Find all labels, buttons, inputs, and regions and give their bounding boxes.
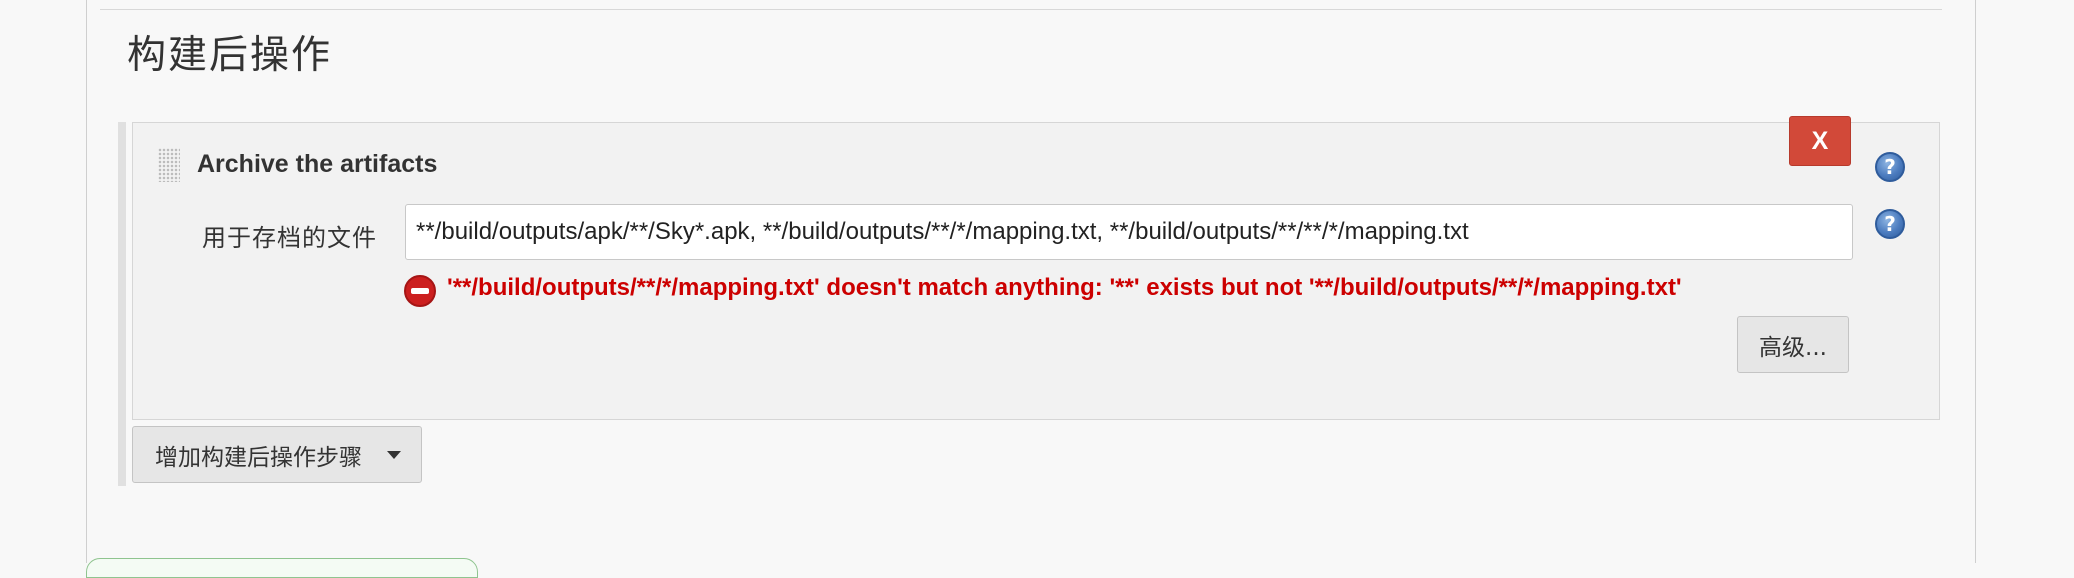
field-help-icon[interactable]: ? [1875, 209, 1905, 239]
files-to-archive-label: 用于存档的文件 [202, 224, 377, 252]
caret-down-icon [387, 451, 401, 459]
error-icon [404, 275, 436, 307]
delete-step-button[interactable]: X [1789, 116, 1851, 166]
add-post-build-step-button[interactable]: 增加构建后操作步骤 [132, 426, 422, 483]
bottom-tab-edge [86, 558, 478, 578]
divider [100, 9, 1942, 10]
validation-error-message: '**/build/outputs/**/*/mapping.txt' does… [447, 274, 1682, 301]
drag-handle-icon[interactable] [158, 148, 180, 182]
add-step-label: 增加构建后操作步骤 [155, 444, 362, 471]
step-help-icon[interactable]: ? [1875, 152, 1905, 182]
section-indicator-bar [118, 122, 126, 486]
step-title: Archive the artifacts [197, 150, 438, 178]
advanced-button[interactable]: 高级... [1737, 316, 1849, 373]
section-title: 构建后操作 [127, 33, 333, 78]
files-to-archive-input[interactable] [405, 204, 1853, 260]
